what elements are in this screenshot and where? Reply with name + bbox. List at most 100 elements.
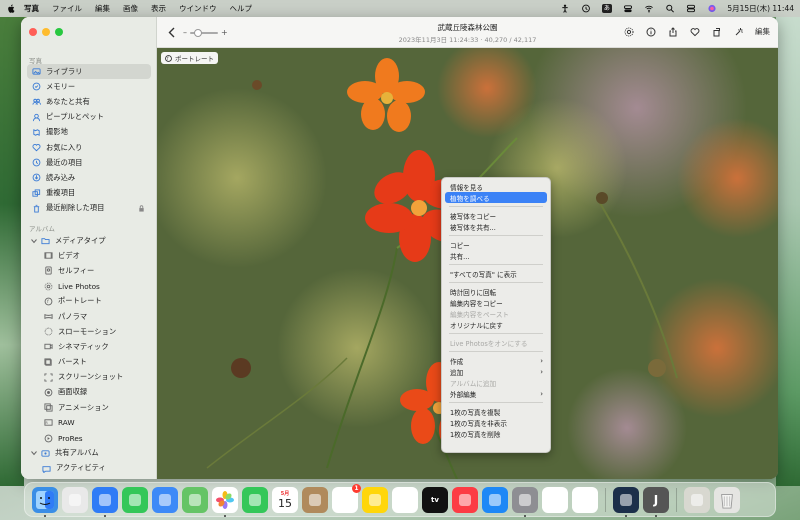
sidebar-item-portrait[interactable]: f ポートレート	[27, 294, 151, 309]
sidebar-item-recents[interactable]: 最近の項目	[27, 155, 151, 170]
dock-tv-icon[interactable]: tv	[422, 486, 448, 513]
context-menu-item[interactable]: 作成 ›	[445, 355, 547, 366]
menu-edit[interactable]: 編集	[95, 3, 110, 14]
sidebar-item-burst[interactable]: バースト	[27, 355, 151, 370]
dock-preview-docs-icon[interactable]	[684, 486, 710, 513]
context-menu-item[interactable]: 1枚の写真を複製	[445, 406, 547, 417]
sidebar-item-shared-albums[interactable]: 共有アルバム	[27, 446, 151, 461]
sidebar-item-screen-recording[interactable]: 画面収録	[27, 385, 151, 400]
dock-contacts-icon[interactable]	[302, 486, 328, 513]
context-menu-item[interactable]: 1枚の写真を非表示	[445, 417, 547, 428]
disclosure-open-icon[interactable]	[31, 238, 37, 244]
dock-freeform-icon[interactable]	[392, 486, 418, 513]
dock-messages-icon[interactable]	[122, 486, 148, 513]
context-menu-item[interactable]: "すべての写真" に表示	[445, 268, 547, 279]
sidebar-item-photo-library[interactable]: ライブラリ	[27, 64, 151, 80]
context-menu-item[interactable]: 被写体をコピー	[445, 210, 547, 221]
menu-help[interactable]: ヘルプ	[230, 3, 253, 14]
dock-mail-icon[interactable]	[152, 486, 178, 513]
zoom-button[interactable]	[55, 28, 63, 36]
context-menu-item[interactable]: 植物を調べる	[445, 192, 547, 203]
context-menu-item-label: 時計回りに回転	[450, 288, 497, 297]
context-menu-item[interactable]: 外部編集 ›	[445, 388, 547, 399]
context-menu-item[interactable]: 被写体を共有...	[445, 221, 547, 232]
sidebar-item-imports[interactable]: 読み込み	[27, 170, 151, 185]
context-menu-item[interactable]: コピー	[445, 239, 547, 250]
menu-window[interactable]: ウインドウ	[179, 3, 217, 14]
dock-music-icon[interactable]	[452, 486, 478, 513]
edit-button[interactable]: 編集	[755, 26, 770, 37]
menu-view[interactable]: 表示	[151, 3, 166, 14]
sidebar-item-selfie[interactable]: セルフィー	[27, 263, 151, 278]
menu-file[interactable]: ファイル	[52, 3, 82, 14]
dock-maps-icon[interactable]	[182, 486, 208, 513]
sidebar-item-memories[interactable]: メモリー	[27, 79, 151, 94]
context-menu-item[interactable]: 編集内容をコピー	[445, 297, 547, 308]
rotate-icon[interactable]	[711, 26, 722, 37]
dock-trash-icon[interactable]	[714, 486, 740, 513]
share-icon[interactable]	[667, 26, 678, 37]
dock-app-label: J	[653, 492, 659, 507]
sidebar-item-video[interactable]: ビデオ	[27, 248, 151, 263]
sidebar-item-screenshot[interactable]: スクリーンショット	[27, 370, 151, 385]
info-icon[interactable]	[645, 26, 656, 37]
sidebar-item-slomo[interactable]: スローモーション	[27, 324, 151, 339]
context-menu-item[interactable]: 1枚の写真を削除	[445, 428, 547, 439]
sidebar-item-media-types[interactable]: メディアタイプ	[27, 233, 151, 248]
menu-image[interactable]: 画像	[123, 3, 138, 14]
sidebar-item-prores[interactable]: ProRes	[27, 430, 151, 445]
dock-calendar-icon[interactable]: 5月 15	[272, 486, 298, 513]
dock-reminders-icon[interactable]: 1	[332, 483, 361, 513]
context-menu-item[interactable]: 共有...	[445, 250, 547, 261]
sidebar-item-activity[interactable]: アクティビティ	[27, 461, 151, 476]
dock-system-settings-icon[interactable]	[512, 486, 538, 517]
sidebar-item-places[interactable]: 撮影地	[27, 125, 151, 140]
sidebar-item-shared-with-you[interactable]: あなたと共有	[27, 94, 151, 109]
dock-app-j-icon[interactable]: J	[643, 486, 669, 517]
dock-notes-icon[interactable]	[362, 486, 388, 513]
dock-messenger-icon[interactable]	[542, 486, 568, 513]
context-menu-item[interactable]: オリジナルに戻す	[445, 319, 547, 330]
dock-facetime-icon[interactable]	[242, 486, 268, 513]
live-photo-toggle-icon[interactable]	[623, 26, 634, 37]
dock-finder-icon[interactable]	[32, 486, 58, 517]
time-machine-icon[interactable]	[580, 4, 591, 14]
context-menu-item[interactable]: 追加 ›	[445, 366, 547, 377]
sidebar-item-cinematic[interactable]: シネマティック	[27, 339, 151, 354]
siri-icon[interactable]	[706, 4, 717, 14]
context-menu-item[interactable]: 情報を見る	[445, 181, 547, 192]
heart-icon[interactable]	[689, 26, 700, 37]
menubar-clock[interactable]: 5月15日(木) 11:44	[727, 3, 794, 14]
control-center-icon[interactable]	[685, 4, 696, 14]
search-icon[interactable]	[664, 4, 675, 14]
dock-chatgpt-icon[interactable]	[572, 486, 598, 513]
accessibility-icon[interactable]	[559, 4, 570, 14]
sidebar-item-heart[interactable]: お気に入り	[27, 140, 151, 155]
dock-app-a-icon[interactable]	[613, 486, 639, 517]
close-button[interactable]	[29, 28, 37, 36]
portrait-mode-badge[interactable]: f ポートレート	[161, 52, 218, 64]
auto-enhance-icon[interactable]	[733, 26, 744, 37]
recents-icon	[31, 158, 41, 168]
context-menu-item-label: 1枚の写真を非表示	[450, 419, 507, 428]
sidebar-item-trash[interactable]: 最近削除した項目	[27, 201, 151, 216]
context-menu-item[interactable]: 時計回りに回転	[445, 286, 547, 297]
sidebar-item-live-photo[interactable]: Live Photos	[27, 279, 151, 294]
dock-launchpad-icon[interactable]	[62, 486, 88, 513]
sidebar-item-people[interactable]: ピープルとペット	[27, 110, 151, 125]
dock-photos-icon[interactable]	[212, 486, 238, 517]
menu-app-photos[interactable]: 写真	[24, 3, 39, 14]
apple-icon[interactable]	[6, 4, 16, 14]
disclosure-open-icon[interactable]	[31, 450, 37, 456]
sidebar-item-panorama[interactable]: パノラマ	[27, 309, 151, 324]
dock-separator	[605, 487, 606, 512]
sidebar-item-raw[interactable]: R RAW	[27, 415, 151, 430]
dock-app-store-icon[interactable]	[482, 486, 508, 513]
control-center-toggle-icon[interactable]	[622, 4, 633, 14]
dock-safari-icon[interactable]	[92, 486, 118, 517]
sidebar-item-animated[interactable]: アニメーション	[27, 400, 151, 415]
minimize-button[interactable]	[42, 28, 50, 36]
sidebar-item-duplicates[interactable]: 重複項目	[27, 186, 151, 201]
wifi-icon[interactable]	[643, 4, 654, 14]
input-method-icon[interactable]: あ	[601, 4, 612, 14]
